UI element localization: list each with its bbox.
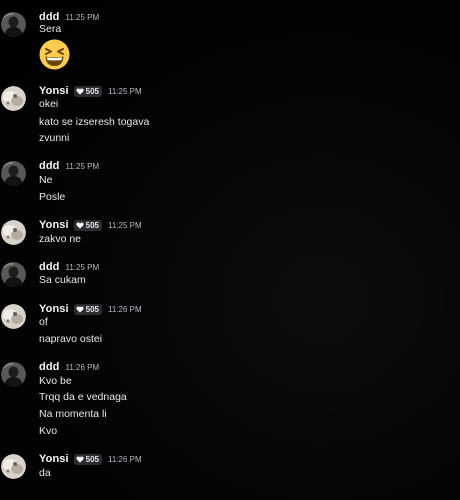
message-header: ddd 11:25 PM	[39, 158, 99, 174]
message-text: Sa cukam	[39, 274, 86, 286]
message-text: Kvo	[39, 425, 58, 437]
username[interactable]: ddd	[39, 361, 59, 373]
chat-message-list: ddd 11:25 PM Sera Yonsi 505 11:25 PM oke…	[0, 0, 460, 500]
message-text: okei	[39, 98, 59, 110]
message-text: kato se izseresh togava	[39, 116, 150, 128]
badge-count: 505	[85, 86, 99, 96]
avatar[interactable]	[1, 262, 26, 287]
grinning-squinting-face-icon	[39, 39, 70, 70]
dark-avatar-icon	[1, 161, 26, 186]
avatar[interactable]	[1, 304, 26, 329]
avatar[interactable]	[1, 362, 26, 387]
message-header: Yonsi 505 11:25 PM	[39, 217, 142, 233]
heart-icon	[76, 87, 84, 95]
timestamp: 11:25 PM	[65, 262, 100, 272]
timestamp: 11:25 PM	[65, 161, 100, 171]
light-avatar-icon	[1, 86, 26, 111]
message-text: zvunni	[39, 132, 70, 144]
timestamp: 11:26 PM	[65, 362, 100, 372]
username[interactable]: Yonsi	[39, 219, 69, 231]
message-text: Ne	[39, 174, 53, 186]
timestamp: 11:26 PM	[108, 304, 142, 314]
guild-tag-badge[interactable]: 505	[73, 219, 102, 231]
heart-icon	[76, 305, 84, 313]
badge-count: 505	[85, 304, 99, 314]
message-text: Trqq da e vednaga	[39, 391, 127, 403]
message-header: Yonsi 505 11:26 PM	[39, 451, 142, 467]
guild-tag-badge[interactable]: 505	[73, 85, 102, 97]
guild-tag-badge[interactable]: 505	[73, 303, 102, 315]
message-text: napravo ostei	[39, 333, 103, 345]
dark-avatar-icon	[1, 262, 26, 287]
message-text: of	[39, 316, 48, 328]
light-avatar-icon	[1, 454, 26, 479]
username[interactable]: ddd	[39, 160, 59, 172]
timestamp: 11:25 PM	[108, 220, 142, 230]
badge-count: 505	[85, 220, 99, 230]
username[interactable]: ddd	[39, 261, 59, 273]
message-text: Na momenta li	[39, 408, 107, 420]
message-text: Posle	[39, 191, 66, 203]
avatar[interactable]	[1, 454, 26, 479]
avatar[interactable]	[1, 161, 26, 186]
message-text: zakvo ne	[39, 233, 82, 245]
light-avatar-icon	[1, 220, 26, 245]
guild-tag-badge[interactable]: 505	[73, 453, 102, 465]
avatar[interactable]	[1, 220, 26, 245]
timestamp: 11:25 PM	[65, 12, 100, 22]
avatar[interactable]	[1, 12, 26, 37]
avatar[interactable]	[1, 86, 26, 111]
heart-icon	[76, 455, 84, 463]
message-text: da	[39, 467, 51, 479]
badge-count: 505	[85, 454, 99, 464]
username[interactable]: Yonsi	[39, 453, 69, 465]
dark-avatar-icon	[1, 362, 26, 387]
timestamp: 11:25 PM	[108, 86, 142, 96]
username[interactable]: Yonsi	[39, 85, 69, 97]
message-header: ddd 11:26 PM	[39, 359, 99, 375]
message-text: Sera	[39, 23, 62, 35]
dark-avatar-icon	[1, 12, 26, 37]
message-header: Yonsi 505 11:26 PM	[39, 301, 142, 317]
heart-icon	[76, 221, 84, 229]
username[interactable]: Yonsi	[39, 303, 69, 315]
message-text: Kvo be	[39, 375, 72, 387]
timestamp: 11:26 PM	[108, 454, 142, 464]
light-avatar-icon	[1, 304, 26, 329]
